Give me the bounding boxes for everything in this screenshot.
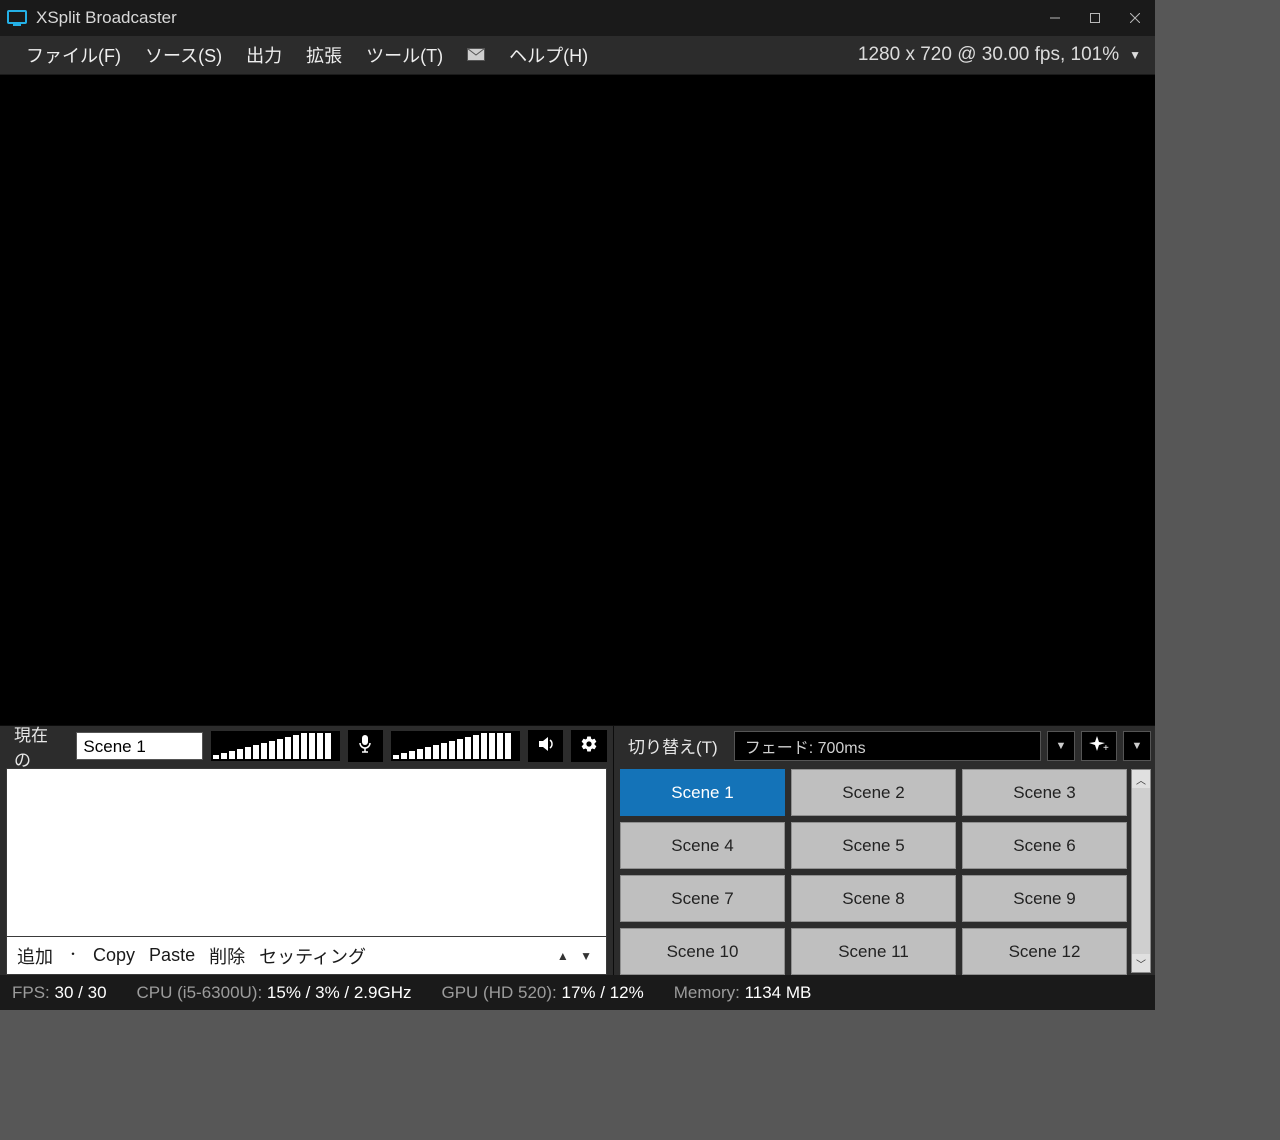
statusbar: FPS: 30 / 30 CPU (i5-6300U): 15% / 3% / … bbox=[0, 975, 1155, 1010]
scroll-up-icon[interactable]: ︿ bbox=[1132, 770, 1150, 788]
close-button[interactable] bbox=[1115, 2, 1155, 34]
sources-panel: 現在の Scene 1 追加 bbox=[0, 726, 614, 975]
app-window: XSplit Broadcaster ファイル(F) ソース(S) 出力 拡張 … bbox=[0, 0, 1155, 1010]
resolution-status[interactable]: 1280 x 720 @ 30.00 fps, 101% ▼ bbox=[858, 44, 1141, 66]
separator-dot: ・ bbox=[67, 945, 79, 962]
mic-volume-meter[interactable] bbox=[211, 731, 340, 761]
source-settings-button[interactable]: セッティング bbox=[259, 943, 366, 969]
scene-area: Scene 1 Scene 2 Scene 3 Scene 4 Scene 5 … bbox=[620, 769, 1151, 975]
scenes-panel: 切り替え(T) フェード: 700ms ▼ + ▼ Scene 1 Scene … bbox=[614, 726, 1155, 975]
scene-button-11[interactable]: Scene 11 bbox=[791, 928, 956, 975]
bottom-panel: 現在の Scene 1 追加 bbox=[0, 725, 1155, 975]
mail-icon bbox=[467, 45, 485, 66]
copy-source-button[interactable]: Copy bbox=[93, 945, 135, 966]
gpu-value: 17% / 12% bbox=[561, 983, 643, 1002]
paste-source-button[interactable]: Paste bbox=[149, 945, 195, 966]
sources-list[interactable] bbox=[6, 768, 607, 937]
scene-grid: Scene 1 Scene 2 Scene 3 Scene 4 Scene 5 … bbox=[620, 769, 1127, 975]
cpu-label: CPU (i5-6300U): bbox=[137, 983, 263, 1002]
scene-button-8[interactable]: Scene 8 bbox=[791, 875, 956, 922]
stinger-dropdown-button[interactable]: ▼ bbox=[1123, 731, 1151, 761]
speaker-icon bbox=[537, 735, 555, 757]
mem-label: Memory: bbox=[674, 983, 740, 1002]
transition-select[interactable]: フェード: 700ms bbox=[734, 731, 1041, 761]
menu-help[interactable]: ヘルプ(H) bbox=[497, 36, 600, 74]
cpu-value: 15% / 3% / 2.9GHz bbox=[267, 983, 412, 1002]
menu-file[interactable]: ファイル(F) bbox=[14, 36, 133, 74]
transition-label: 切り替え(T) bbox=[620, 733, 728, 758]
scene-button-12[interactable]: Scene 12 bbox=[962, 928, 1127, 975]
gpu-group: GPU (HD 520): 17% / 12% bbox=[442, 983, 644, 1003]
scene-button-1[interactable]: Scene 1 bbox=[620, 769, 785, 816]
sources-header: 現在の Scene 1 bbox=[6, 728, 607, 764]
transition-header: 切り替え(T) フェード: 700ms ▼ + ▼ bbox=[620, 728, 1151, 763]
resolution-status-text: 1280 x 720 @ 30.00 fps, 101% bbox=[858, 44, 1119, 66]
svg-text:+: + bbox=[1103, 743, 1109, 753]
scene-button-9[interactable]: Scene 9 bbox=[962, 875, 1127, 922]
audio-settings-button[interactable] bbox=[571, 730, 607, 762]
titlebar: XSplit Broadcaster bbox=[0, 0, 1155, 36]
scene-button-3[interactable]: Scene 3 bbox=[962, 769, 1127, 816]
sparkle-plus-icon: + bbox=[1089, 735, 1109, 757]
speaker-button[interactable] bbox=[528, 730, 564, 762]
sources-footer: 追加 ・ Copy Paste 削除 セッティング ▲ ▼ bbox=[6, 937, 607, 975]
chevron-down-icon: ▼ bbox=[1056, 740, 1067, 752]
preview-canvas[interactable] bbox=[0, 75, 1155, 725]
menu-extensions[interactable]: 拡張 bbox=[294, 36, 354, 74]
microphone-button[interactable] bbox=[348, 730, 384, 762]
reorder-arrows[interactable]: ▲ ▼ bbox=[557, 949, 596, 963]
gpu-label: GPU (HD 520): bbox=[442, 983, 557, 1002]
fps-label: FPS: bbox=[12, 983, 50, 1002]
scene-button-6[interactable]: Scene 6 bbox=[962, 822, 1127, 869]
app-logo-icon bbox=[6, 7, 28, 29]
speaker-volume-meter[interactable] bbox=[391, 731, 520, 761]
fps-value: 30 / 30 bbox=[55, 983, 107, 1002]
minimize-button[interactable] bbox=[1035, 2, 1075, 34]
scene-button-10[interactable]: Scene 10 bbox=[620, 928, 785, 975]
chevron-down-icon: ▼ bbox=[1132, 740, 1143, 752]
delete-source-button[interactable]: 削除 bbox=[209, 943, 245, 969]
stinger-button[interactable]: + bbox=[1081, 731, 1117, 761]
menu-output[interactable]: 出力 bbox=[234, 36, 294, 74]
scene-scrollbar[interactable]: ︿ ﹀ bbox=[1131, 769, 1151, 973]
chevron-down-icon: ▼ bbox=[1129, 48, 1141, 62]
add-source-button[interactable]: 追加 bbox=[17, 943, 53, 969]
cpu-group: CPU (i5-6300U): 15% / 3% / 2.9GHz bbox=[137, 983, 412, 1003]
menubar: ファイル(F) ソース(S) 出力 拡張 ツール(T) ヘルプ(H) 1280 … bbox=[0, 36, 1155, 75]
scene-button-7[interactable]: Scene 7 bbox=[620, 875, 785, 922]
gear-icon bbox=[580, 735, 598, 757]
menu-mail[interactable] bbox=[455, 39, 497, 72]
window-title: XSplit Broadcaster bbox=[36, 8, 177, 28]
transition-selected-text: フェード: 700ms bbox=[745, 734, 866, 758]
transition-dropdown-button[interactable]: ▼ bbox=[1047, 731, 1075, 761]
microphone-icon bbox=[357, 734, 373, 758]
scene-button-2[interactable]: Scene 2 bbox=[791, 769, 956, 816]
scene-button-5[interactable]: Scene 5 bbox=[791, 822, 956, 869]
scene-name-input[interactable]: Scene 1 bbox=[76, 732, 203, 760]
mem-group: Memory: 1134 MB bbox=[674, 983, 812, 1003]
current-scene-label: 現在の bbox=[6, 721, 68, 771]
window-controls bbox=[1035, 2, 1155, 34]
menu-source[interactable]: ソース(S) bbox=[133, 36, 234, 74]
menu-tools[interactable]: ツール(T) bbox=[354, 36, 455, 74]
mem-value: 1134 MB bbox=[745, 983, 812, 1002]
scroll-down-icon[interactable]: ﹀ bbox=[1132, 954, 1150, 972]
maximize-button[interactable] bbox=[1075, 2, 1115, 34]
scene-button-4[interactable]: Scene 4 bbox=[620, 822, 785, 869]
fps-group: FPS: 30 / 30 bbox=[12, 983, 107, 1003]
